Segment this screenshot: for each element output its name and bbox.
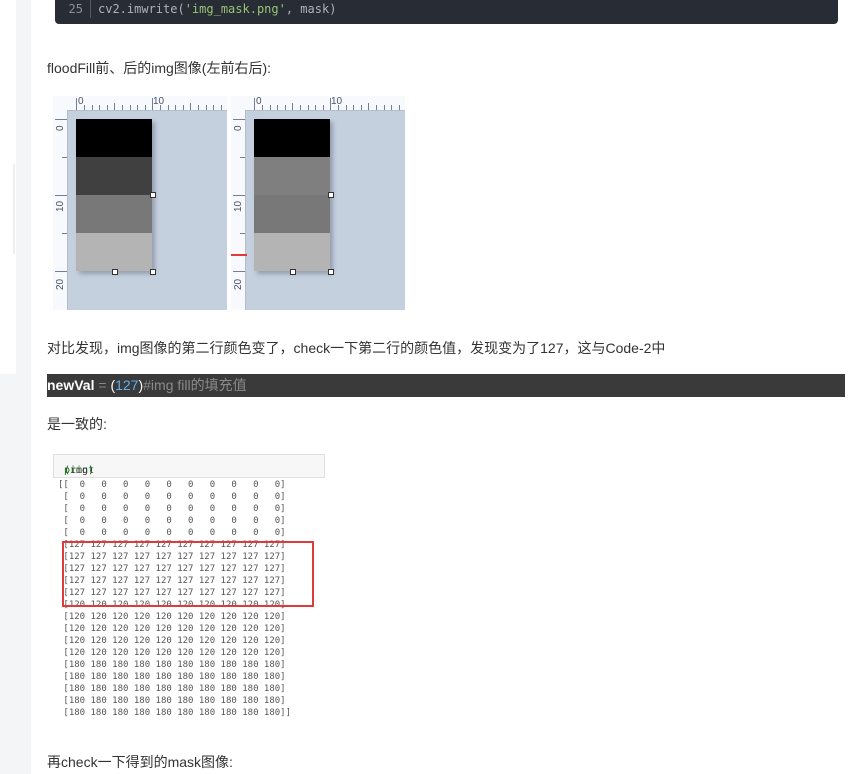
code-prefix: cv2.imwrite( xyxy=(98,2,185,16)
resize-handle[interactable] xyxy=(328,269,334,275)
gutter-separator xyxy=(90,0,91,18)
ruler-label: 0 xyxy=(55,125,66,131)
notebook-output-figure: print (img) [[ 0 0 0 0 0 0 0 0 0 0] [ 0 0… xyxy=(53,454,325,724)
sidebar-divider xyxy=(13,164,15,254)
panel-before: 0 10 0 10 20 xyxy=(53,96,227,310)
resize-handle[interactable] xyxy=(328,192,334,198)
ruler-label: 20 xyxy=(233,278,244,290)
image-band-row-2 xyxy=(254,157,330,195)
resize-handle[interactable] xyxy=(112,269,118,275)
ruler-label: 10 xyxy=(153,96,165,107)
image-band-row-4 xyxy=(254,233,330,271)
ruler-label: 10 xyxy=(331,96,343,107)
image-band-row-3 xyxy=(76,195,152,233)
article-body: 25 cv2.imwrite('img_mask.png', mask) flo… xyxy=(31,0,866,774)
image-band-row-1 xyxy=(76,119,152,157)
paragraph-mask: 再check一下得到的mask图像: xyxy=(47,754,233,770)
paragraph-consistent: 是一致的: xyxy=(47,416,107,432)
image-before xyxy=(76,119,152,271)
panel-after: 0 10 0 10 20 xyxy=(231,96,405,310)
ruler-label: 20 xyxy=(55,278,66,290)
line-number: 25 xyxy=(68,2,83,16)
resize-handle[interactable] xyxy=(150,269,156,275)
code-number: 127 xyxy=(115,377,139,393)
resize-handle[interactable] xyxy=(290,269,296,275)
code-string: 'img_mask.png' xyxy=(184,2,286,16)
left-sidebar-card xyxy=(0,0,16,374)
code-suffix: , mask) xyxy=(285,2,337,16)
code-keyword: newVal xyxy=(47,377,95,393)
code-operator: = xyxy=(94,377,111,393)
image-after xyxy=(254,119,330,271)
code-comment: #img fill的填充值 xyxy=(143,377,247,393)
red-marker xyxy=(231,254,247,256)
ruler-label: 10 xyxy=(55,200,66,212)
code-line: cv2.imwrite('img_mask.png', mask) xyxy=(98,2,336,16)
ruler-label: 0 xyxy=(233,125,244,131)
paragraph-comparison: 对比发现，img图像的第二行颜色变了，check一下第二行的颜色值，发现变为了1… xyxy=(47,340,666,356)
resize-handle[interactable] xyxy=(150,192,156,198)
ruler-left: 0 10 20 xyxy=(231,110,246,310)
code-block: 25 cv2.imwrite('img_mask.png', mask) xyxy=(55,0,838,24)
ruler-label: 0 xyxy=(256,96,262,107)
input-args: (img) xyxy=(64,465,95,476)
ruler-label: 10 xyxy=(233,200,244,212)
ruler-left: 0 10 20 xyxy=(53,110,68,310)
red-highlight-box xyxy=(62,541,314,607)
notebook-input-cell: print (img) xyxy=(53,454,325,478)
image-band-row-4 xyxy=(76,233,152,271)
floodfill-comparison-figure: 0 10 0 10 20 0 10 0 10 20 xyxy=(53,96,405,310)
ruler-label: 0 xyxy=(78,96,84,107)
paragraph-floodfill-intro: floodFill前、后的img图像(左前右后): xyxy=(47,60,272,76)
ruler-top: 0 10 xyxy=(231,96,405,111)
ruler-top: 0 10 xyxy=(53,96,227,111)
image-band-row-3 xyxy=(254,195,330,233)
image-band-row-2 xyxy=(76,157,152,195)
inline-code-snippet: newVal = (127)#img fill的填充值 xyxy=(47,374,845,397)
image-band-row-1 xyxy=(254,119,330,157)
